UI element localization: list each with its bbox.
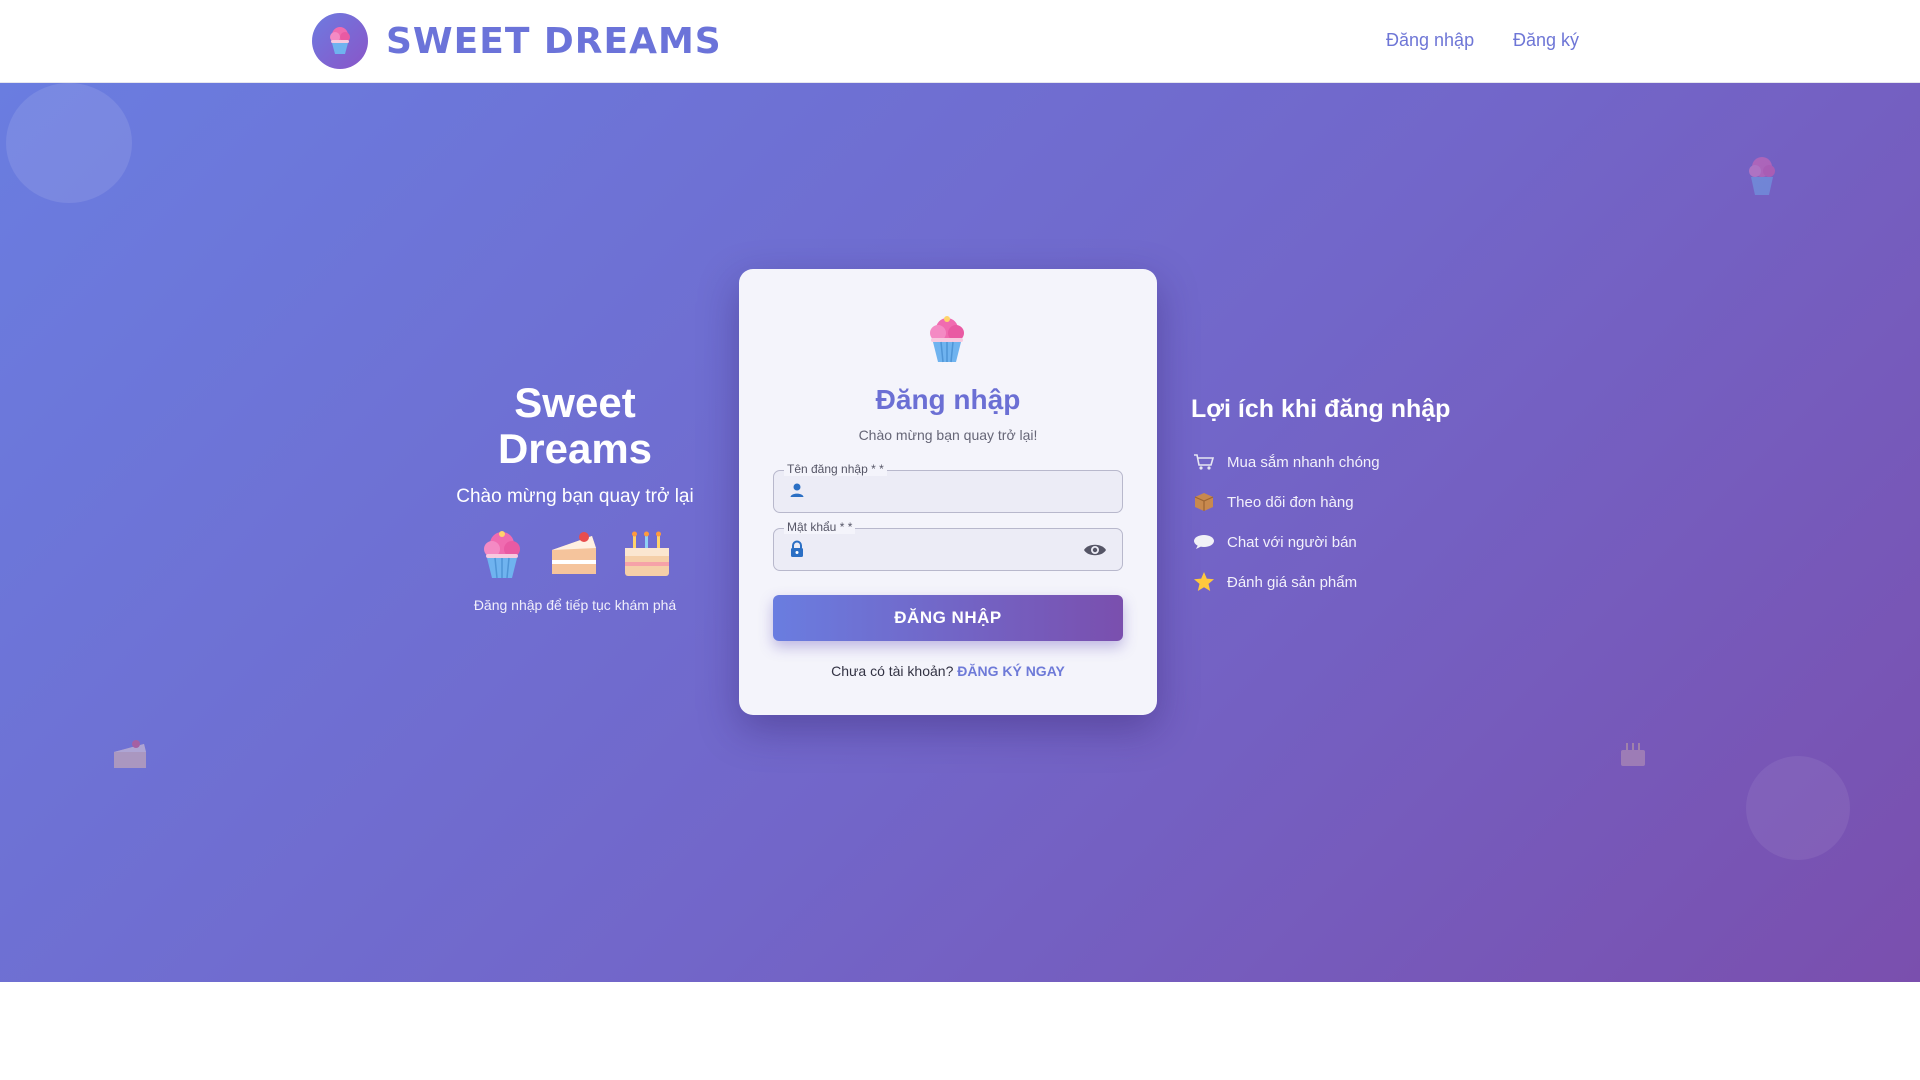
- welcome-title-line1: Sweet: [514, 379, 636, 426]
- register-now-link[interactable]: ĐĂNG KÝ NGAY: [957, 663, 1065, 679]
- welcome-title: Sweet Dreams: [440, 380, 710, 472]
- login-subtitle: Chào mừng bạn quay trở lại!: [858, 427, 1038, 443]
- brand-name: SWEET DREAMS: [386, 20, 722, 62]
- benefit-text: Đánh giá sản phẩm: [1227, 573, 1358, 591]
- benefit-item: Chat với người bán: [1191, 522, 1511, 562]
- user-icon: [789, 482, 805, 503]
- cupcake-icon: [923, 313, 971, 370]
- password-field[interactable]: Mật khẩu * *: [773, 520, 1123, 571]
- login-submit-button[interactable]: ĐĂNG NHẬP: [773, 595, 1123, 641]
- benefit-text: Mua sắm nhanh chóng: [1227, 453, 1380, 471]
- welcome-subtitle: Chào mừng bạn quay trở lại: [456, 486, 694, 507]
- hero-background: Sweet Dreams Chào mừng bạn quay trở lại: [0, 83, 1920, 982]
- cupcake-icon: [1742, 153, 1782, 204]
- password-label: Mật khẩu * *: [784, 520, 856, 534]
- benefit-item: Theo dõi đơn hàng: [1191, 482, 1511, 522]
- birthday-cake-icon: [620, 528, 674, 587]
- welcome-panel: Sweet Dreams Chào mừng bạn quay trở lại: [440, 380, 710, 614]
- cupcake-icon: [476, 528, 528, 587]
- register-prompt: Chưa có tài khoản? ĐĂNG KÝ NGAY: [739, 663, 1157, 679]
- welcome-caption: Đăng nhập để tiếp tục khám phá: [473, 597, 677, 613]
- register-prompt-text: Chưa có tài khoản?: [831, 663, 954, 679]
- username-field[interactable]: Tên đăng nhập * *: [773, 462, 1123, 513]
- birthday-cake-icon: [1618, 740, 1648, 773]
- decorative-bubble: [1746, 756, 1850, 860]
- username-input[interactable]: [814, 479, 1084, 505]
- star-icon: [1191, 571, 1217, 593]
- cake-slice-icon: [110, 738, 150, 779]
- chat-bubble-icon: [1191, 534, 1217, 550]
- cart-icon: [1191, 453, 1217, 471]
- cupcake-icon: [312, 13, 368, 69]
- username-label: Tên đăng nhập * *: [784, 462, 887, 476]
- benefits-list: Mua sắm nhanh chóng Theo dõi đơn hàng Ch…: [1191, 442, 1511, 602]
- welcome-title-line2: Dreams: [497, 425, 653, 472]
- nav-login-link[interactable]: Đăng nhập: [1386, 30, 1474, 51]
- lock-icon: [789, 540, 805, 563]
- eye-icon[interactable]: [1083, 542, 1107, 563]
- login-title: Đăng nhập: [875, 384, 1021, 415]
- cake-slice-icon: [546, 528, 602, 587]
- benefits-panel: Lợi ích khi đăng nhập Mua sắm nhanh chón…: [1191, 395, 1511, 602]
- dessert-icons: [440, 528, 710, 587]
- password-input[interactable]: [814, 537, 1084, 563]
- benefit-text: Theo dõi đơn hàng: [1227, 493, 1354, 511]
- login-card: Đăng nhập Chào mừng bạn quay trở lại! Tê…: [739, 269, 1157, 715]
- decorative-bubble: [6, 83, 132, 203]
- benefit-text: Chat với người bán: [1227, 533, 1357, 551]
- top-navbar: SWEET DREAMS Đăng nhập Đăng ký: [0, 0, 1920, 83]
- benefit-item: Đánh giá sản phẩm: [1191, 562, 1511, 602]
- nav-register-link[interactable]: Đăng ký: [1513, 30, 1579, 51]
- benefit-item: Mua sắm nhanh chóng: [1191, 442, 1511, 482]
- package-icon: [1191, 492, 1217, 512]
- benefits-title: Lợi ích khi đăng nhập: [1191, 395, 1451, 423]
- brand[interactable]: SWEET DREAMS: [312, 13, 722, 69]
